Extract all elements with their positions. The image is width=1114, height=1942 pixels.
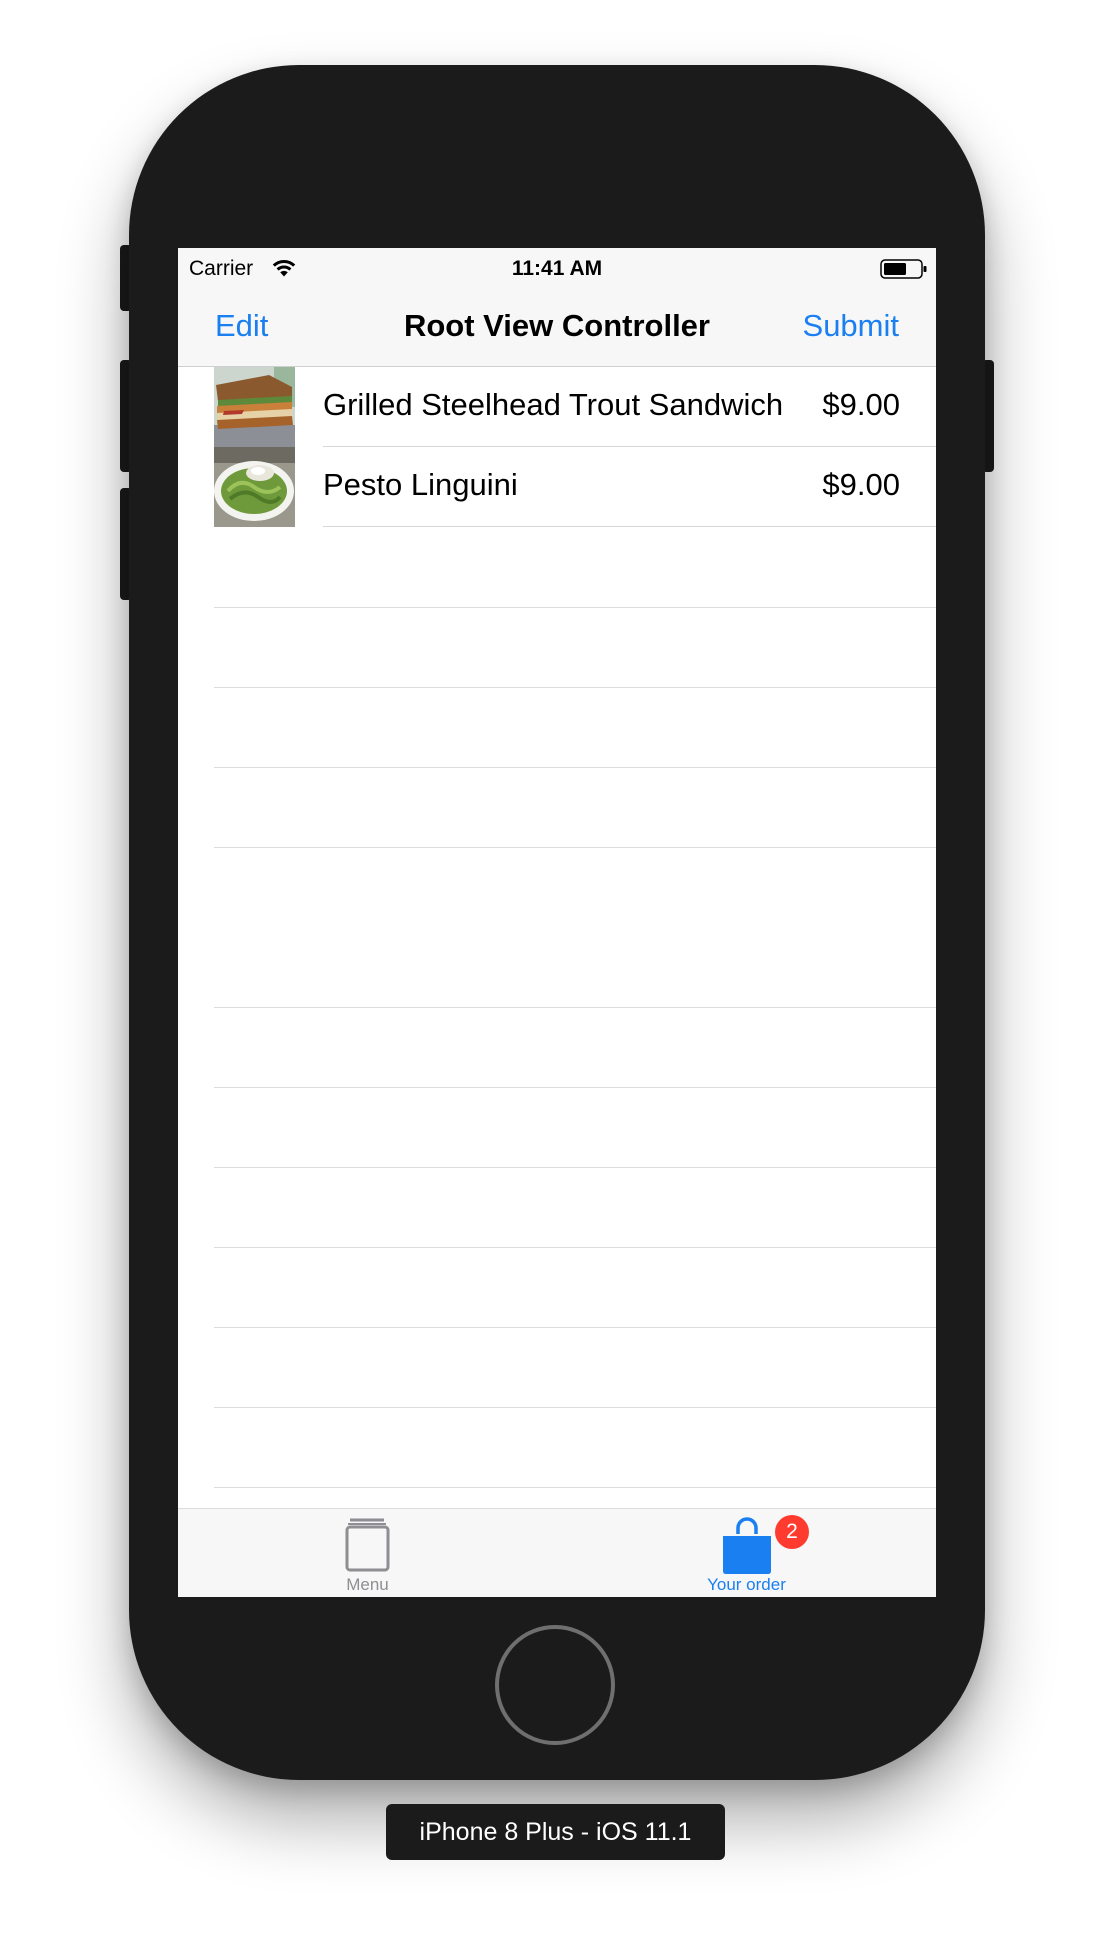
row-divider xyxy=(214,1007,936,1008)
pasta-photo xyxy=(214,447,295,527)
device-screen: Carrier 11:41 AM Edit Root View Controll… xyxy=(178,248,936,1597)
table-row[interactable]: Grilled Steelhead Trout Sandwich $9.00 xyxy=(178,367,936,447)
submit-button[interactable]: Submit xyxy=(803,308,899,344)
row-divider xyxy=(214,1487,936,1488)
book-icon xyxy=(345,1518,389,1572)
row-divider xyxy=(214,1327,936,1328)
battery-icon xyxy=(880,259,927,279)
tab-your-order[interactable]: 2 Your order xyxy=(557,1509,936,1597)
item-price: $9.00 xyxy=(822,387,900,422)
row-divider xyxy=(214,607,936,608)
row-divider xyxy=(214,687,936,688)
tab-menu[interactable]: Menu xyxy=(178,1509,557,1597)
device-caption: iPhone 8 Plus - iOS 11.1 xyxy=(386,1804,725,1860)
order-count-badge: 2 xyxy=(775,1515,809,1549)
row-divider xyxy=(214,1087,936,1088)
row-divider xyxy=(323,526,936,527)
tab-label: Menu xyxy=(346,1575,389,1594)
order-table[interactable]: Grilled Steelhead Trout Sandwich $9.00 P… xyxy=(178,367,936,1488)
navigation-bar: Carrier 11:41 AM Edit Root View Controll… xyxy=(178,248,936,367)
item-name: Pesto Linguini xyxy=(323,467,518,502)
shopping-bag-icon xyxy=(722,1517,771,1574)
table-row[interactable]: Pesto Linguini $9.00 xyxy=(178,447,936,527)
row-divider xyxy=(214,1247,936,1248)
row-divider xyxy=(214,767,936,768)
row-divider xyxy=(214,1407,936,1408)
home-button[interactable] xyxy=(495,1625,615,1745)
sandwich-photo xyxy=(214,367,295,447)
status-time: 11:41 AM xyxy=(511,257,603,280)
item-name: Grilled Steelhead Trout Sandwich xyxy=(323,387,784,422)
row-divider xyxy=(214,847,936,848)
tab-label: Your order xyxy=(707,1575,786,1594)
item-price: $9.00 xyxy=(822,467,900,502)
row-divider xyxy=(214,1167,936,1168)
tab-bar: Menu 2 Your order xyxy=(178,1508,936,1597)
